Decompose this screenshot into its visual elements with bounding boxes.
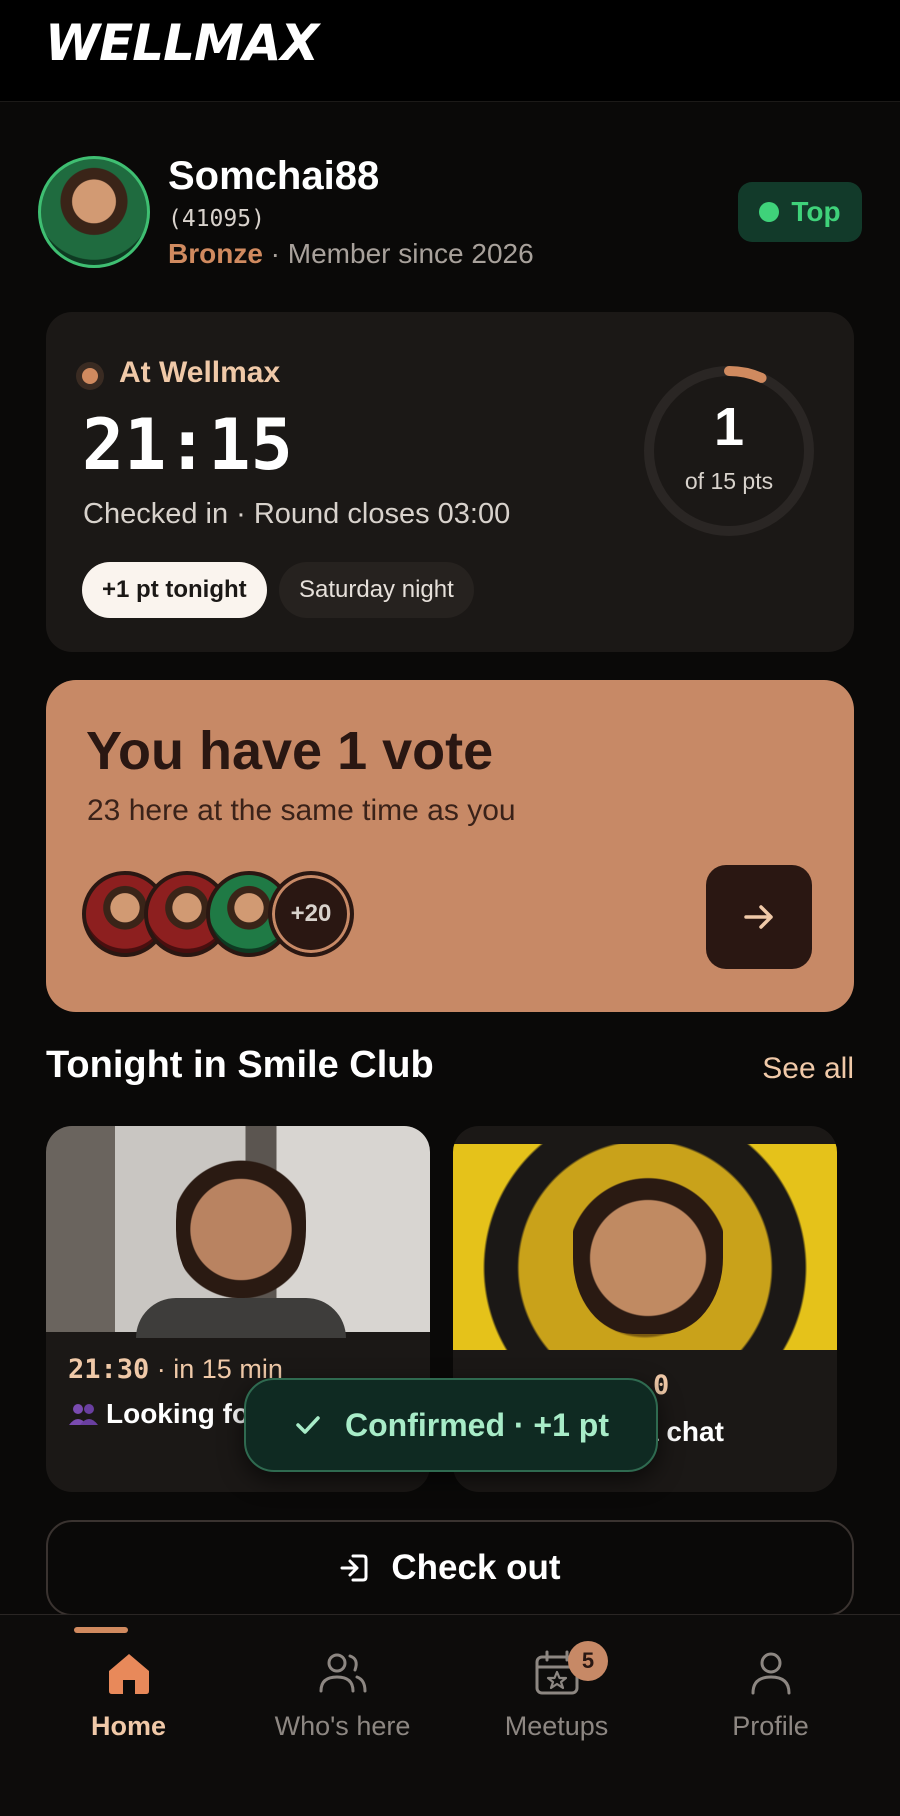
avatar-stack: +20	[82, 871, 382, 965]
confirmation-toast: Confirmed · +1 pt	[244, 1378, 658, 1472]
event-time: 21:30	[68, 1354, 150, 1385]
points-value: 1	[713, 397, 745, 457]
see-all-link[interactable]: See all	[762, 1052, 854, 1086]
tab-label: Profile	[732, 1711, 809, 1741]
tab-home[interactable]: Home	[16, 1615, 241, 1816]
face-shape	[573, 1144, 723, 1334]
users-icon	[319, 1653, 367, 1693]
location-label: At Wellmax	[119, 356, 281, 389]
home-icon	[109, 1654, 149, 1694]
user-icon	[751, 1652, 791, 1695]
tab-profile[interactable]: Profile	[658, 1615, 883, 1816]
toast-label: Confirmed · +1 pt	[344, 1406, 609, 1443]
status-badge: Top	[738, 182, 862, 242]
tab-label: Meetups	[504, 1711, 609, 1741]
vote-card[interactable]: You have 1 vote 23 here at the same time…	[46, 680, 854, 1012]
shirt-shape	[136, 1298, 346, 1338]
vote-next-button[interactable]	[706, 865, 812, 969]
face-shape	[176, 1136, 306, 1306]
checkin-subtitle: Checked in · Round closes 03:00	[83, 498, 511, 530]
tier-label: Bronze	[168, 238, 263, 269]
status-label: Top	[791, 196, 841, 227]
avatar[interactable]	[38, 156, 150, 268]
tab-meetups[interactable]: 5 Meetups	[444, 1615, 669, 1816]
arrow-right-icon	[744, 905, 773, 929]
vote-title: You have 1 vote	[86, 721, 494, 781]
section-title: Tonight in Smile Club	[46, 1044, 434, 1086]
notification-badge: 5	[568, 1641, 608, 1681]
app-header: WELLMAX	[0, 0, 900, 102]
username: Somchai88	[168, 154, 380, 198]
active-tab-indicator	[74, 1627, 128, 1633]
checkout-button[interactable]: Check out	[46, 1520, 854, 1616]
more-count: +20	[268, 871, 354, 957]
bottom-tab-bar: Home Who's here 5 Meetups Profile	[0, 1614, 900, 1816]
event-photo	[46, 1126, 430, 1338]
location-dot-icon	[76, 362, 104, 390]
tab-label: Home	[90, 1711, 166, 1741]
exit-icon	[340, 1554, 368, 1582]
people-icon	[69, 1404, 98, 1425]
night-chip: Saturday night	[279, 562, 474, 618]
vote-subtitle: 23 here at the same time as you	[87, 794, 516, 827]
points-tonight-chip: +1 pt tonight	[82, 562, 267, 618]
points-total: of 15 pts	[684, 468, 774, 494]
user-id: (41095)	[168, 206, 265, 232]
brand-logo: WELLMAX	[45, 14, 319, 72]
profile-summary: Somchai88 (41095) Bronze · Member since …	[38, 154, 862, 274]
checkin-time: 21:15	[82, 404, 293, 486]
tab-whos-here[interactable]: Who's here	[230, 1615, 455, 1816]
event-photo	[453, 1144, 837, 1350]
points-ring: 1 of 15 pts	[644, 366, 814, 536]
event-time-line: 21:30 · in 15 min	[68, 1354, 283, 1385]
check-icon	[296, 1416, 320, 1434]
checkout-label: Check out	[391, 1548, 561, 1587]
membership-line: Bronze · Member since 2026	[168, 238, 534, 270]
member-since: · Member since 2026	[262, 238, 534, 269]
checkin-card: At Wellmax 21:15 Checked in · Round clos…	[46, 312, 854, 652]
online-dot-icon	[759, 202, 780, 222]
tab-label: Who's here	[274, 1711, 411, 1741]
